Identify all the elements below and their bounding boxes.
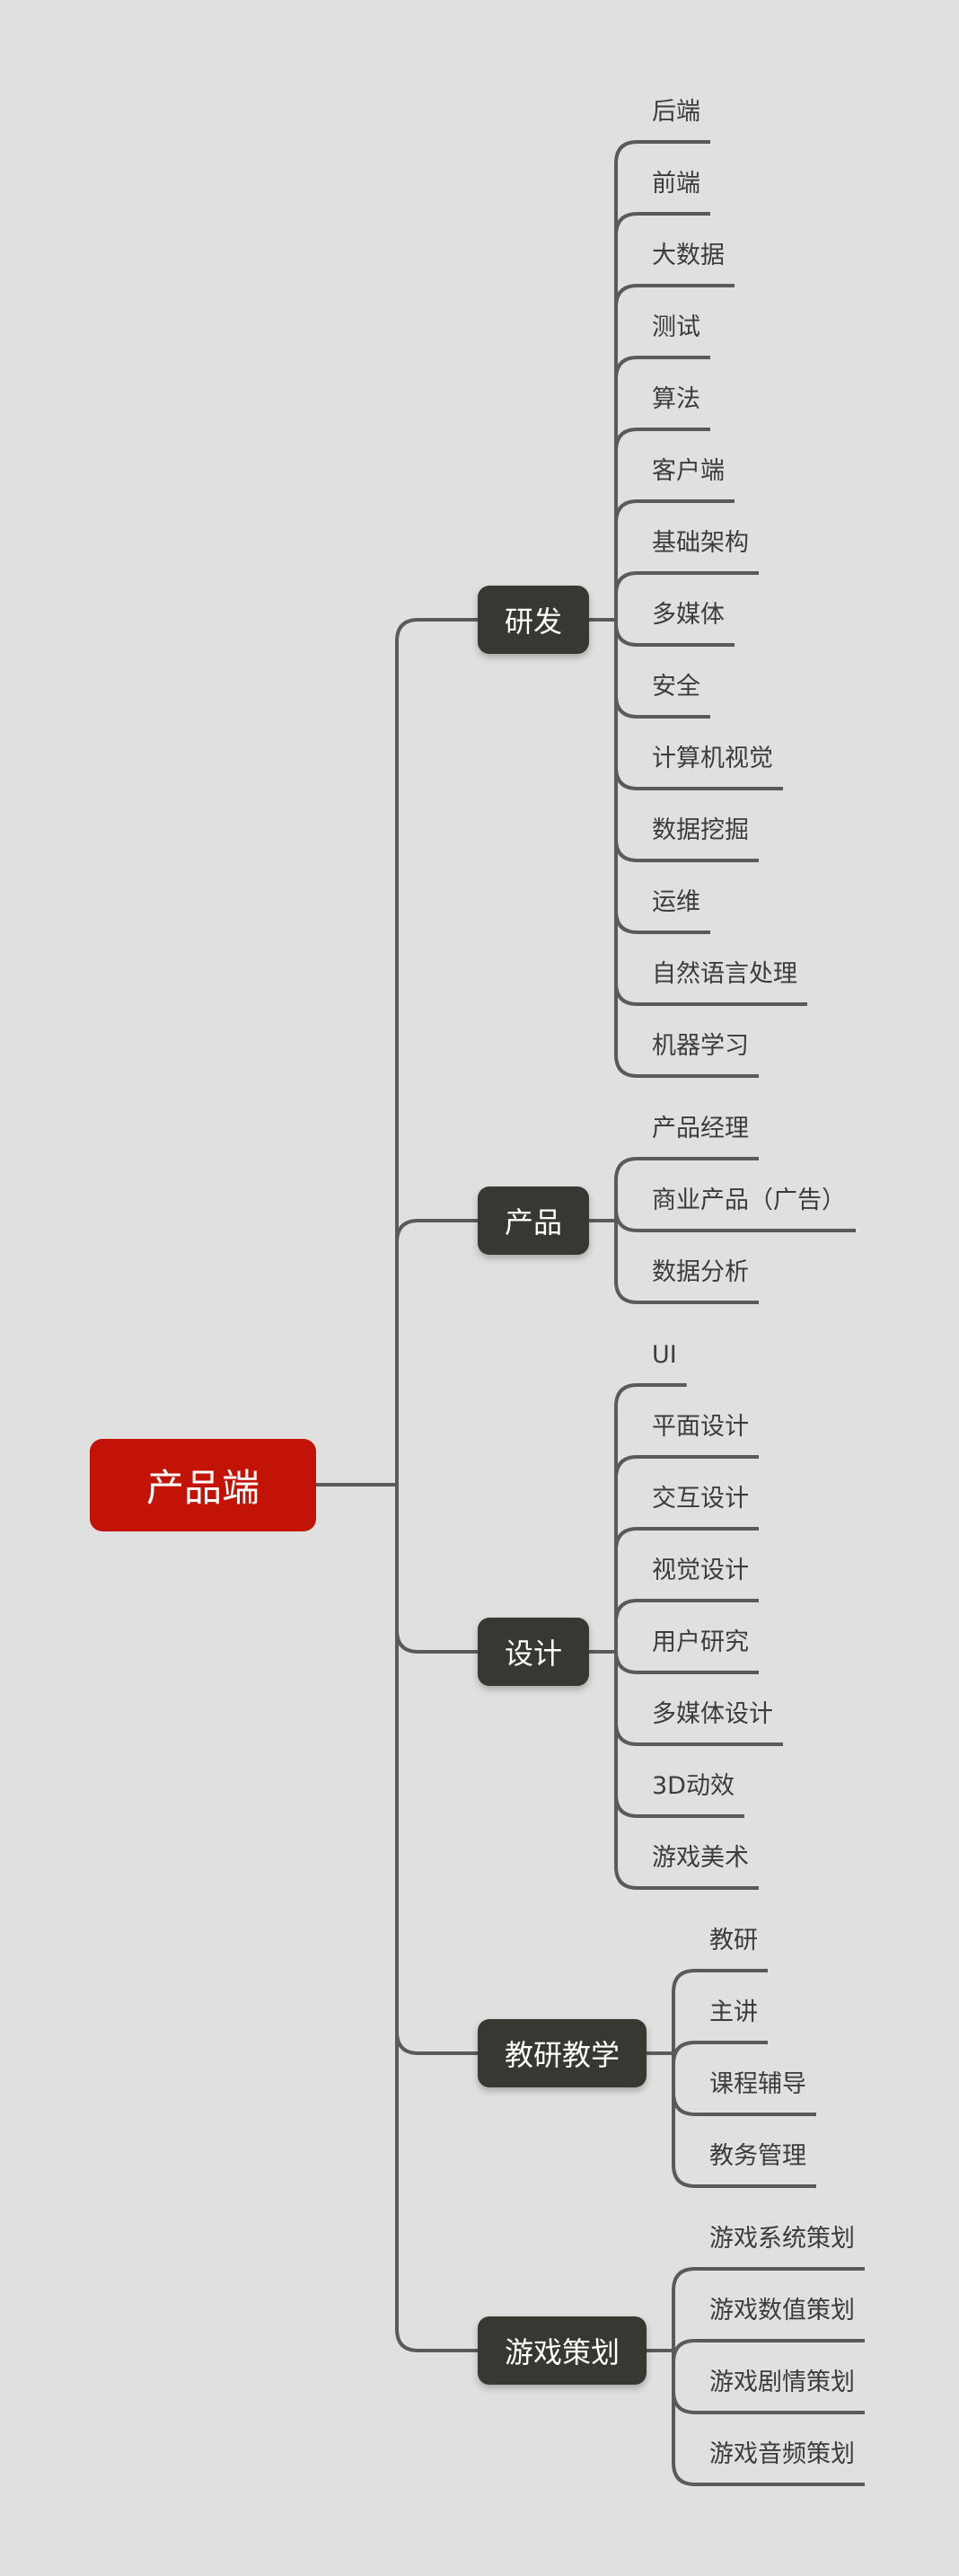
branch-connector (395, 1629, 478, 1654)
leaf-node[interactable]: 客户端 (652, 458, 725, 485)
leaf-underline (614, 571, 759, 595)
leaf-node[interactable]: 游戏剧情策划 (709, 2369, 855, 2396)
mindmap-edges (316, 140, 865, 2486)
leaf-node[interactable]: 测试 (652, 314, 700, 341)
branch-connector (395, 2031, 478, 2055)
leaf-node[interactable]: UI (652, 1342, 677, 1369)
leaf-underline (614, 1455, 759, 1479)
leaf-node[interactable]: 游戏系统策划 (709, 2226, 855, 2253)
leaf-node[interactable]: 计算机视觉 (652, 745, 773, 772)
branch-node-game-planning[interactable]: 游戏策划 (478, 2316, 647, 2385)
leaf-node[interactable]: 产品经理 (652, 1116, 749, 1142)
branch-node-design[interactable]: 设计 (478, 1618, 589, 1686)
leaf-underline (614, 356, 710, 380)
leaf-node[interactable]: 商业产品（广告） (652, 1187, 846, 1214)
leaf-node[interactable]: 游戏音频策划 (709, 2441, 855, 2468)
leaf-underline (614, 284, 735, 308)
leaf-node[interactable]: 游戏美术 (652, 1845, 749, 1872)
leaf-node[interactable]: 机器学习 (652, 1033, 749, 1060)
branch-connector (395, 2328, 478, 2352)
root-node[interactable]: 产品端 (90, 1439, 316, 1531)
leaf-node[interactable]: 基础架构 (652, 530, 749, 557)
leaf-node[interactable]: 视觉设计 (652, 1557, 749, 1584)
branch-connector (395, 618, 478, 642)
leaf-underline (614, 1157, 759, 1181)
leaf-underline (672, 2339, 865, 2363)
leaf-node[interactable]: 教务管理 (709, 2143, 806, 2170)
leaf-underline (672, 1969, 768, 1993)
leaf-node[interactable]: 3D动效 (652, 1773, 735, 1800)
leaf-node[interactable]: 课程辅导 (709, 2071, 806, 2098)
leaf-node[interactable]: 自然语言处理 (652, 961, 797, 988)
leaf-underline (672, 2041, 768, 2065)
leaf-node[interactable]: 游戏数值策划 (709, 2298, 855, 2325)
leaf-node[interactable]: 前端 (652, 171, 700, 198)
leaf-node[interactable]: 数据分析 (652, 1259, 749, 1286)
leaf-node[interactable]: 平面设计 (652, 1414, 749, 1441)
branch-node-product[interactable]: 产品 (478, 1187, 589, 1255)
leaf-underline (614, 1383, 687, 1407)
leaf-node[interactable]: 大数据 (652, 243, 725, 269)
leaf-node[interactable]: 交互设计 (652, 1486, 749, 1513)
leaf-node[interactable]: 数据挖掘 (652, 817, 749, 844)
leaf-node[interactable]: 用户研究 (652, 1629, 749, 1656)
leaf-node[interactable]: 后端 (652, 99, 700, 126)
leaf-node[interactable]: 运维 (652, 889, 700, 916)
branch-connector (395, 1219, 478, 1243)
leaf-node[interactable]: 多媒体 (652, 602, 725, 629)
branch-node-rd[interactable]: 研发 (478, 586, 589, 654)
leaf-node[interactable]: 算法 (652, 386, 700, 413)
leaf-node[interactable]: 多媒体设计 (652, 1701, 773, 1728)
leaf-node[interactable]: 主讲 (709, 1999, 758, 2026)
leaf-underline (672, 2267, 865, 2291)
leaf-underline (614, 499, 735, 524)
leaf-underline (614, 1599, 759, 1623)
leaf-underline (614, 1527, 759, 1551)
leaf-underline (614, 212, 710, 236)
leaf-node[interactable]: 教研 (709, 1928, 758, 1954)
leaf-underline (614, 140, 710, 164)
leaf-node[interactable]: 安全 (652, 674, 700, 701)
branch-node-teaching[interactable]: 教研教学 (478, 2019, 647, 2087)
leaf-underline (614, 428, 710, 452)
